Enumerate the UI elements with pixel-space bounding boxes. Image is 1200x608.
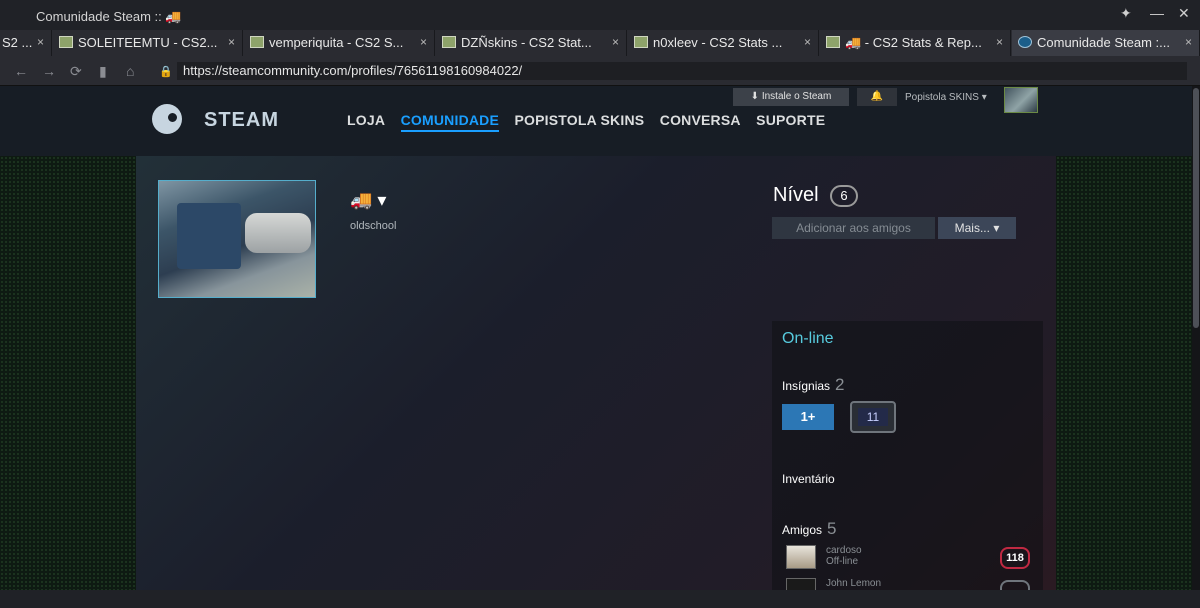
inventory-link[interactable]: Inventário [782, 472, 835, 486]
steam-logo-text: STEAM [204, 109, 279, 131]
install-steam-button[interactable]: ⬇ Instale o Steam [733, 88, 849, 106]
online-status: On-line [782, 330, 834, 347]
background-pattern-right [1056, 156, 1192, 590]
truck-tank-shape [245, 213, 311, 253]
real-name: oldschool [350, 220, 397, 232]
add-friend-button[interactable]: Adicionar aos amigos [772, 217, 935, 239]
image-icon [826, 36, 840, 48]
image-icon [634, 36, 648, 48]
image-icon [250, 36, 264, 48]
steam-logo-icon [152, 104, 182, 134]
tab-1[interactable]: SOLEITEEMTU - CS2... × [53, 30, 243, 56]
tab-label: S2 ... [2, 35, 33, 50]
badge-number: 11 [858, 408, 888, 426]
pin-icon[interactable]: ✦ [1120, 5, 1132, 22]
badge-years-icon[interactable]: 1+ [782, 404, 834, 430]
user-avatar[interactable] [1004, 87, 1038, 113]
tab-label: DZÑskins - CS2 Stat... [461, 35, 592, 50]
tab-3[interactable]: DZÑskins - CS2 Stat... × [436, 30, 627, 56]
profile-area: 🚚 ▾ oldschool Nível 6 Adicionar aos amig… [136, 156, 1056, 590]
steam-page: STEAM LOJA COMUNIDADE POPISTOLA SKINS CO… [0, 86, 1192, 590]
friends-label: Amigos [782, 523, 823, 537]
level-label: Nível [773, 184, 819, 206]
close-window-icon[interactable]: ✕ [1178, 5, 1190, 22]
level-badge[interactable]: 6 [830, 185, 858, 207]
tab-close-icon[interactable]: × [996, 35, 1003, 49]
steam-header: STEAM LOJA COMUNIDADE POPISTOLA SKINS CO… [0, 86, 1192, 156]
forward-icon[interactable]: → [42, 63, 56, 79]
address-toolbar: ← → ⟳ ▮ ⌂ 🔒 https://steamcommunity.com/p… [0, 56, 1200, 86]
tab-label: Comunidade Steam :... [1037, 35, 1170, 50]
bell-icon: 🔔 [870, 91, 884, 102]
bookmark-icon[interactable]: ▮ [99, 63, 107, 80]
profile-sidebar: On-line Insígnias 2 1+ 11 Inventário Amig… [772, 321, 1043, 590]
tab-close-icon[interactable]: × [1185, 35, 1192, 49]
download-icon: ⬇ [750, 91, 762, 102]
tab-close-icon[interactable]: × [420, 35, 427, 49]
nav-comunidade[interactable]: COMUNIDADE [400, 112, 500, 132]
profile-avatar [158, 180, 316, 298]
window-title: Comunidade Steam :: 🚚 [36, 9, 182, 24]
tab-2[interactable]: vemperiquita - CS2 S... × [244, 30, 435, 56]
nav-popistola-skins[interactable]: POPISTOLA SKINS [515, 112, 645, 128]
scrollbar-thumb[interactable] [1193, 88, 1199, 328]
friends-header[interactable]: Amigos 5 [782, 519, 836, 539]
tab-0[interactable]: S2 ... × [0, 30, 52, 56]
steam-favicon-icon [1018, 36, 1032, 48]
notifications-button[interactable]: 🔔 [857, 88, 897, 106]
tab-6-active[interactable]: Comunidade Steam :... × [1012, 30, 1200, 56]
nav-conversa[interactable]: CONVERSA [660, 112, 741, 128]
install-label: Instale o Steam [761, 91, 832, 102]
tab-close-icon[interactable]: × [804, 35, 811, 49]
nav-suporte[interactable]: SUPORTE [756, 112, 825, 128]
tab-label: 🚚 - CS2 Stats & Rep... [845, 35, 982, 50]
reload-icon[interactable]: ⟳ [70, 63, 82, 80]
url-input[interactable]: https://steamcommunity.com/profiles/7656… [177, 62, 1187, 80]
tab-close-icon[interactable]: × [228, 35, 235, 49]
tab-4[interactable]: n0xleev - CS2 Stats ... × [628, 30, 819, 56]
bottom-bar [0, 590, 1200, 608]
tab-label: n0xleev - CS2 Stats ... [653, 35, 783, 50]
main-nav: LOJA COMUNIDADE POPISTOLA SKINS CONVERSA… [347, 112, 836, 132]
page-scrollbar[interactable] [1192, 86, 1200, 590]
badges-header[interactable]: Insígnias 2 [782, 375, 845, 395]
background-pattern-left [0, 156, 136, 590]
image-icon [442, 36, 456, 48]
friend-avatar [786, 578, 816, 590]
friend-level-badge: 118 [1000, 547, 1030, 569]
tab-close-icon[interactable]: × [37, 35, 44, 49]
badges-count: 2 [835, 375, 845, 394]
badge-service-icon[interactable]: 11 [850, 401, 896, 433]
minimize-icon[interactable]: — [1150, 5, 1164, 21]
nav-loja[interactable]: LOJA [347, 112, 385, 128]
back-icon[interactable]: ← [14, 63, 28, 79]
image-icon [59, 36, 73, 48]
friends-count: 5 [827, 519, 837, 538]
friend-item[interactable]: John Lemon [786, 578, 1036, 590]
friend-status: Off-line [826, 556, 859, 567]
badges-label: Insígnias [782, 379, 831, 393]
truck-cab-shape [177, 203, 241, 269]
friend-name: cardoso [826, 545, 862, 556]
friend-item[interactable]: cardoso Off-line 118 [786, 545, 1036, 573]
tab-label: vemperiquita - CS2 S... [269, 35, 404, 50]
tab-close-icon[interactable]: × [612, 35, 619, 49]
tab-label: SOLEITEEMTU - CS2... [78, 35, 218, 50]
more-button[interactable]: Mais... ▾ [938, 217, 1016, 239]
tab-strip: S2 ... × SOLEITEEMTU - CS2... × vemperiq… [0, 30, 1200, 56]
persona-name[interactable]: 🚚 ▾ [350, 190, 386, 211]
tab-5[interactable]: 🚚 - CS2 Stats & Rep... × [820, 30, 1011, 56]
home-icon[interactable]: ⌂ [126, 63, 134, 79]
friend-level-badge [1000, 580, 1030, 590]
window-titlebar: Comunidade Steam :: 🚚 ✦ — ✕ [0, 0, 1200, 30]
friend-name: John Lemon [826, 578, 882, 589]
friend-avatar [786, 545, 816, 569]
steam-logo[interactable]: STEAM [152, 104, 292, 138]
lock-icon: 🔒 [159, 66, 173, 78]
account-menu[interactable]: Popistola SKINS ▾ [905, 92, 987, 103]
